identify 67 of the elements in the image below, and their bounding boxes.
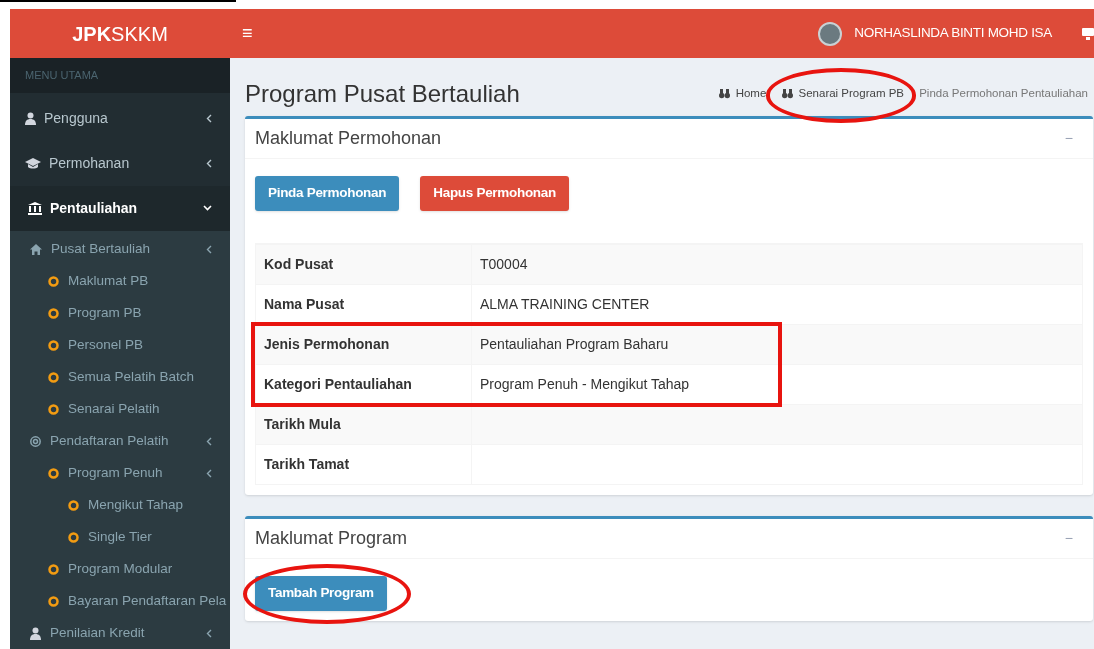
field-value: T00004 [480,256,528,272]
chevron-down-icon [203,205,212,212]
submenu-item[interactable]: Senarai Pelatih [10,393,230,425]
submenu-item[interactable]: Penilaian Kredit [10,617,230,649]
submenu-item[interactable]: Maklumat PB [10,265,230,297]
submenu-item[interactable]: Program Penuh [10,457,230,489]
target-icon [30,435,41,447]
circle-icon [48,339,59,351]
circle-icon [68,499,79,511]
circle-icon [48,403,59,415]
field-label: Kod Pusat [264,255,334,274]
submenu-item[interactable]: Pusat Bertauliah [10,233,230,265]
circle-icon [68,531,79,543]
monitor-icon[interactable] [1082,27,1094,40]
submenu-item[interactable]: Bayaran Pendaftaran Pela [10,585,230,617]
graduation-cap-icon [25,157,41,169]
menu-heading: MENU UTAMA [10,58,230,93]
chevron-left-icon [206,158,212,168]
sidebar-item[interactable]: Permohanan [10,140,230,186]
chevron-left-icon [206,436,212,446]
field-value: Program Penuh - Mengikut Tahap [480,376,690,392]
chevron-left-icon [206,628,212,638]
field-label: Tarikh Mula [264,415,341,434]
submenu-item[interactable]: Pendaftaran Pelatih [10,425,230,457]
collapse-button[interactable]: − [1064,128,1073,149]
panel-title: Maklumat Program [255,527,408,550]
home-icon [30,243,42,255]
sidebar-item[interactable]: Pentauliahan [10,185,230,231]
user-icon [25,111,36,125]
submenu-item[interactable]: Mengikut Tahap [10,489,230,521]
submenu-item[interactable]: Semua Pelatih Batch [10,361,230,393]
sidebar-item[interactable]: Pengguna [10,95,230,141]
binoculars-icon [781,89,793,99]
page-title: Program Pusat Bertauliah [245,79,520,109]
action-button[interactable]: Tambah Program [255,576,387,611]
field-label: Kategori Pentauliahan [264,375,412,394]
circle-icon [48,595,59,607]
circle-icon [48,275,59,287]
field-value: ALMA TRAINING CENTER [480,296,650,312]
submenu-item[interactable]: Personel PB [10,329,230,361]
menu-toggle[interactable]: ≡ [242,20,253,47]
submenu-item[interactable]: Program Modular [10,553,230,585]
bank-icon [28,201,42,215]
circle-icon [48,467,59,479]
breadcrumb-link[interactable]: Senarai Program PB [798,85,904,103]
circle-icon [48,307,59,319]
avatar[interactable] [818,21,843,46]
binoculars-icon [718,89,730,99]
circle-icon [48,371,59,383]
breadcrumb-link[interactable]: Home [735,85,767,103]
action-button[interactable]: Pinda Permohonan [255,176,400,211]
chevron-left-icon [206,244,212,254]
submenu-item[interactable]: Single Tier [10,521,230,553]
collapse-button[interactable]: − [1064,528,1073,549]
chevron-left-icon [206,113,212,123]
field-label: Tarikh Tamat [264,455,350,474]
field-label: Jenis Permohonan [264,335,390,354]
submenu-item[interactable]: Program PB [10,297,230,329]
logo[interactable]: JPKSKKM [10,9,230,58]
circle-icon [48,563,59,575]
chevron-left-icon [206,468,212,478]
user-icon [30,626,41,640]
user-name[interactable]: NORHASLINDA BINTI MOHD ISA [854,23,1052,44]
field-label: Nama Pusat [264,295,345,314]
panel-title: Maklumat Permohonan [255,127,442,150]
action-button[interactable]: Hapus Permohonan [420,176,569,211]
field-value: Pentauliahan Program Baharu [480,336,669,352]
